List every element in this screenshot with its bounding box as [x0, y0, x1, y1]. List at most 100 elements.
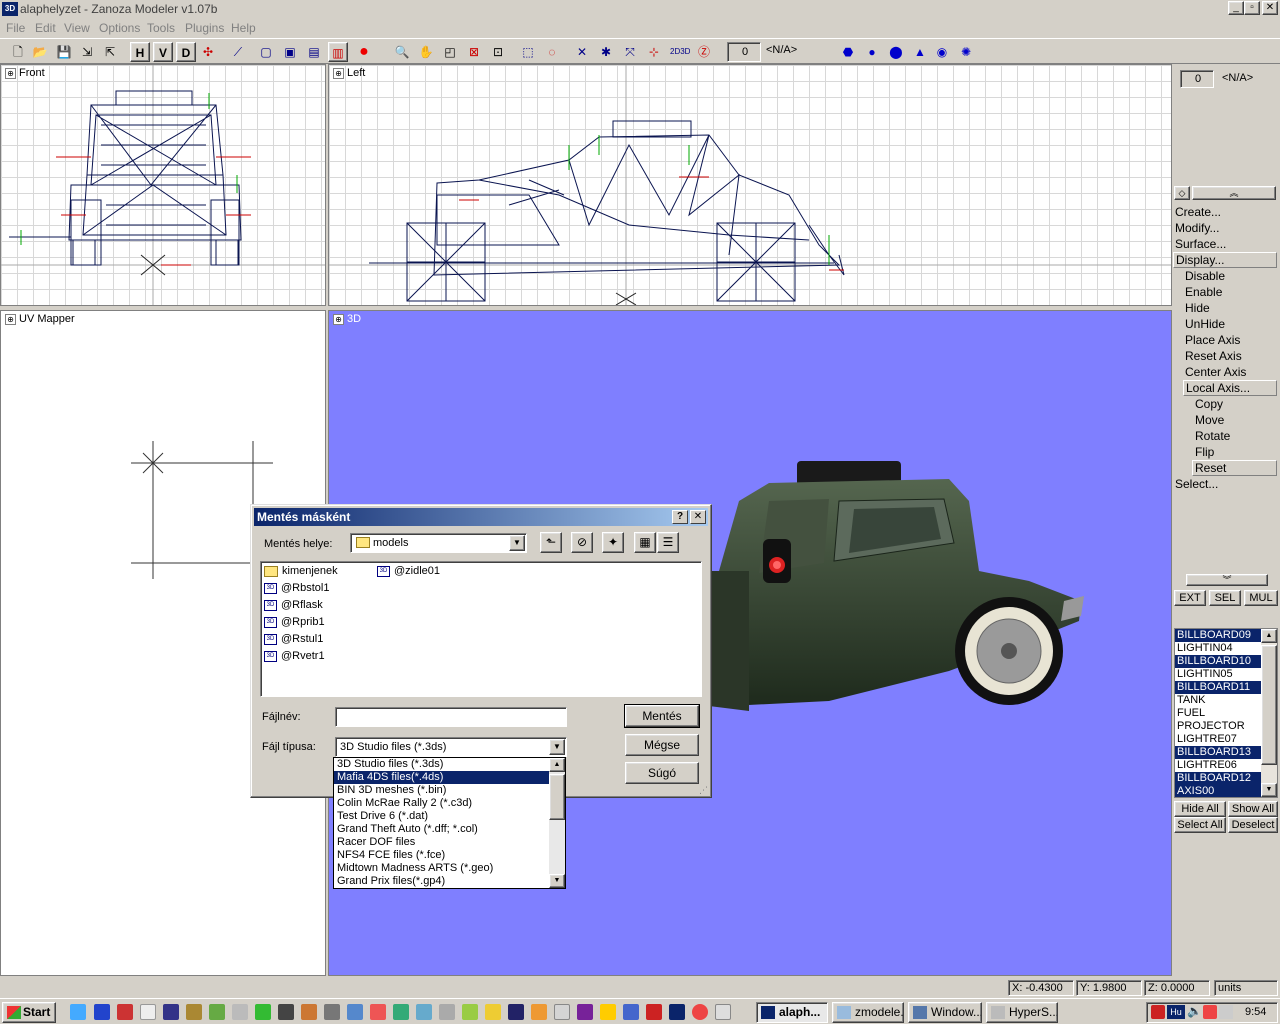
- object-list-item[interactable]: AXIS00: [1175, 785, 1263, 797]
- 2d-3d-icon[interactable]: 2D3D: [670, 42, 690, 62]
- scroll-thumb[interactable]: [549, 774, 565, 820]
- chevron-down-icon[interactable]: ▼: [509, 535, 525, 551]
- quicklaunch-icon[interactable]: [577, 1004, 593, 1020]
- quicklaunch-icon[interactable]: [209, 1004, 225, 1020]
- show-all-button[interactable]: Show All: [1228, 801, 1278, 817]
- location-combo[interactable]: models ▼: [350, 533, 527, 553]
- dialog-close-button[interactable]: ✕: [690, 510, 706, 524]
- quicklaunch-icon[interactable]: [186, 1004, 202, 1020]
- file-list[interactable]: kimenjenek 3D @Rbstol1 3D @Rflask 3D @Rprib…: [260, 561, 702, 697]
- pan-hand-icon[interactable]: ✋: [416, 42, 436, 62]
- menu-help[interactable]: Help: [231, 21, 256, 35]
- d-button[interactable]: D: [176, 42, 196, 62]
- object-list-item[interactable]: BILLBOARD12: [1175, 772, 1263, 785]
- scale-icon[interactable]: ⤧: [620, 42, 640, 62]
- left-viewport[interactable]: ⊕ Left: [328, 64, 1172, 306]
- select-all-button[interactable]: Select All: [1174, 817, 1226, 833]
- tray-icon[interactable]: [1203, 1005, 1217, 1019]
- panel-toggle-icon[interactable]: ◇: [1174, 186, 1190, 200]
- filetype-option[interactable]: 3D Studio files (*.3ds): [334, 758, 550, 771]
- side-menu-select[interactable]: Select...: [1175, 477, 1218, 491]
- mul-button[interactable]: MUL: [1244, 590, 1278, 606]
- filetype-option[interactable]: Mafia 4DS files(*.4ds): [334, 771, 550, 784]
- select-circle-icon[interactable]: ◌: [542, 42, 562, 62]
- side-menu-place-axis[interactable]: Place Axis: [1185, 333, 1240, 347]
- resize-grip-icon[interactable]: ⋰: [699, 785, 711, 797]
- deselect-button[interactable]: Deselect: [1228, 817, 1278, 833]
- torus-blue-icon[interactable]: ◉: [932, 42, 952, 62]
- cancel-button[interactable]: Mégse: [625, 734, 699, 756]
- scroll-thumb[interactable]: [1261, 645, 1277, 765]
- viewport-menu-icon[interactable]: ⊕: [333, 67, 344, 79]
- quicklaunch-icon[interactable]: [462, 1004, 478, 1020]
- cube2-icon[interactable]: ▤: [304, 42, 324, 62]
- sphere-red-icon[interactable]: ●: [354, 42, 374, 62]
- side-menu-center-axis[interactable]: Center Axis: [1185, 365, 1246, 379]
- menu-plugins[interactable]: Plugins: [185, 21, 224, 35]
- side-menu-move[interactable]: Move: [1195, 413, 1224, 427]
- side-menu-unhide[interactable]: UnHide: [1185, 317, 1225, 331]
- file-item[interactable]: 3D @zidle01: [377, 565, 440, 577]
- side-menu-enable[interactable]: Enable: [1185, 285, 1222, 299]
- zoom-icon[interactable]: 🔍: [392, 42, 412, 62]
- v-button[interactable]: V: [153, 42, 173, 62]
- object-list-item[interactable]: BILLBOARD10: [1175, 655, 1263, 668]
- filetype-option[interactable]: Grand Theft Auto (*.dff; *.col): [334, 823, 550, 836]
- zoom-extent-icon[interactable]: ⊠: [464, 42, 484, 62]
- side-menu-reset-axis[interactable]: Reset Axis: [1185, 349, 1242, 363]
- view-box-icon[interactable]: ◰: [440, 42, 460, 62]
- side-menu-local-axis[interactable]: Local Axis...: [1183, 380, 1277, 396]
- viewport-menu-icon[interactable]: ⊕: [333, 313, 344, 325]
- side-menu-reset[interactable]: Reset: [1192, 460, 1277, 476]
- scroll-down-button[interactable]: ︾: [1186, 574, 1268, 586]
- object-list-item[interactable]: FUEL: [1175, 707, 1263, 720]
- quicklaunch-icon[interactable]: [393, 1004, 409, 1020]
- chevron-down-icon[interactable]: ▼: [549, 739, 565, 755]
- quicklaunch-icon[interactable]: [646, 1004, 662, 1020]
- filetype-option[interactable]: NFS4 FCE files (*.fce): [334, 849, 550, 862]
- side-menu-modify[interactable]: Modify...: [1175, 221, 1219, 235]
- quicklaunch-icon[interactable]: [439, 1004, 455, 1020]
- side-menu-create[interactable]: Create...: [1175, 205, 1221, 219]
- quicklaunch-icon[interactable]: [669, 1004, 685, 1020]
- filetype-option[interactable]: Grand Prix files(*.gp4): [334, 875, 550, 888]
- move-icon[interactable]: ✕: [572, 42, 592, 62]
- task-button[interactable]: HyperS...: [986, 1002, 1058, 1023]
- cube-icon[interactable]: ▣: [280, 42, 300, 62]
- app-icon[interactable]: 3D: [2, 2, 18, 16]
- viewport-menu-icon[interactable]: ⊕: [5, 313, 16, 325]
- box-icon[interactable]: ▢: [256, 42, 276, 62]
- quicklaunch-icon[interactable]: [347, 1004, 363, 1020]
- z-icon[interactable]: Ⓩ: [694, 42, 714, 62]
- file-item[interactable]: 3D @Rbstol1: [264, 582, 329, 594]
- new-folder-icon[interactable]: ✦: [602, 532, 624, 553]
- side-menu-display[interactable]: Display...: [1173, 252, 1277, 268]
- gear-blue-icon[interactable]: ✺: [956, 42, 976, 62]
- side-menu-rotate[interactable]: Rotate: [1195, 429, 1230, 443]
- quicklaunch-icon[interactable]: [255, 1004, 271, 1020]
- filetype-option[interactable]: Racer DOF files: [334, 836, 550, 849]
- h-button[interactable]: H: [130, 42, 150, 62]
- save-button[interactable]: Mentés: [624, 704, 700, 728]
- tray-icon[interactable]: [1219, 1005, 1233, 1019]
- task-button-active[interactable]: alaph...: [756, 1002, 828, 1023]
- quicklaunch-icon[interactable]: [554, 1004, 570, 1020]
- file-item[interactable]: 3D @Rprib1: [264, 616, 325, 628]
- start-button[interactable]: Start: [2, 1002, 56, 1023]
- save-icon[interactable]: 💾: [54, 42, 74, 62]
- object-list[interactable]: BILLBOARD09 LIGHTIN04 BILLBOARD10 LIGHTIN05…: [1174, 628, 1278, 798]
- scroll-down-arrow-icon[interactable]: ▼: [549, 874, 565, 888]
- object-list-item[interactable]: LIGHTRE07: [1175, 733, 1263, 746]
- object-list-item[interactable]: BILLBOARD11: [1175, 681, 1263, 694]
- quicklaunch-icon[interactable]: [715, 1004, 731, 1020]
- language-indicator[interactable]: Hu: [1167, 1005, 1185, 1019]
- help-button[interactable]: Súgó: [625, 762, 699, 784]
- quicklaunch-icon[interactable]: [278, 1004, 294, 1020]
- list-view-icon[interactable]: ▦: [634, 532, 656, 553]
- axis-icon[interactable]: ⊹: [644, 42, 664, 62]
- object-list-scrollbar[interactable]: ▲ ▼: [1261, 629, 1277, 797]
- task-button[interactable]: Window...: [908, 1002, 982, 1023]
- filetype-combo[interactable]: 3D Studio files (*.3ds) ▼: [335, 737, 567, 757]
- minimize-button[interactable]: _: [1228, 1, 1244, 15]
- quicklaunch-icon[interactable]: [485, 1004, 501, 1020]
